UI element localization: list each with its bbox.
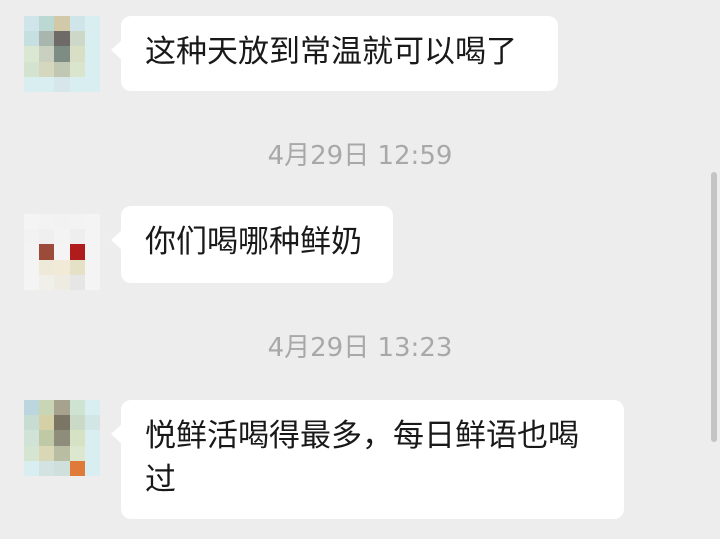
avatar-pixel	[39, 244, 55, 260]
avatar-pixel	[69, 259, 85, 275]
avatar-pixel	[24, 430, 40, 446]
avatar-pixel	[54, 229, 70, 245]
avatar-pixel	[24, 214, 40, 230]
message-text: 你们喝哪种鲜奶	[145, 224, 362, 260]
avatar-pixel	[54, 214, 70, 230]
avatar-pixel	[39, 430, 55, 446]
avatar-pixel	[24, 31, 40, 47]
avatar-pixel	[84, 214, 100, 230]
avatar-pixel	[84, 445, 100, 461]
avatar-pixel	[54, 460, 70, 476]
message-text: 这种天放到常温就可以喝了	[145, 34, 517, 70]
scrollbar[interactable]	[710, 172, 720, 442]
avatar-pixel	[24, 400, 40, 416]
avatar-pixel	[69, 244, 85, 260]
avatar-pixel	[54, 415, 70, 431]
avatar-pixel	[84, 76, 100, 92]
avatar-pixel	[24, 229, 40, 245]
avatar-pixel	[69, 400, 85, 416]
avatar-pixel	[84, 61, 100, 77]
avatar-pixel	[69, 61, 85, 77]
message-bubble[interactable]: 悦鲜活喝得最多，每日鲜语也喝过	[111, 400, 624, 519]
scrollbar-thumb[interactable]	[711, 172, 717, 442]
avatar-pixel	[54, 274, 70, 290]
avatar-pixel	[54, 16, 70, 32]
avatar-pixel	[84, 259, 100, 275]
avatar-pixel	[39, 229, 55, 245]
avatar-pixel	[69, 76, 85, 92]
avatar-pixel	[39, 61, 55, 77]
avatar-pixel	[69, 214, 85, 230]
avatar-pixel	[84, 430, 100, 446]
avatar-pixel	[84, 415, 100, 431]
avatar-pixel	[69, 16, 85, 32]
avatar-pixel	[54, 31, 70, 47]
contact-avatar[interactable]	[24, 400, 100, 476]
avatar-pixel	[84, 274, 100, 290]
avatar-pixel	[84, 46, 100, 62]
timestamp: 4月29日 13:23	[267, 333, 453, 363]
avatar-pixel	[24, 274, 40, 290]
avatar-pixel	[69, 274, 85, 290]
avatar-pixel	[69, 430, 85, 446]
avatar-pixel	[24, 46, 40, 62]
avatar-pixel	[69, 460, 85, 476]
message-text: 悦鲜活喝得最多，每日鲜语也喝过	[145, 418, 579, 498]
avatar-pixel	[39, 259, 55, 275]
avatar-pixel	[39, 76, 55, 92]
avatar-pixel	[24, 16, 40, 32]
timestamp: 4月29日 12:59	[267, 141, 453, 171]
avatar-pixel	[84, 400, 100, 416]
avatar-pixel	[39, 400, 55, 416]
avatar-pixel	[39, 415, 55, 431]
avatar-pixel	[39, 274, 55, 290]
avatar-pixel	[69, 415, 85, 431]
avatar-pixel	[24, 244, 40, 260]
avatar-pixel	[69, 46, 85, 62]
avatar-pixel	[54, 46, 70, 62]
avatar-pixel	[24, 61, 40, 77]
avatar-pixel	[39, 16, 55, 32]
avatar-pixel	[24, 259, 40, 275]
avatar-pixel	[24, 460, 40, 476]
avatar-pixel	[69, 229, 85, 245]
avatar-pixel	[54, 76, 70, 92]
avatar-pixel	[54, 259, 70, 275]
avatar-pixel	[39, 46, 55, 62]
avatar-pixel	[84, 16, 100, 32]
contact-avatar[interactable]	[24, 214, 100, 290]
avatar-pixel	[54, 61, 70, 77]
avatar-pixel	[54, 445, 70, 461]
avatar-pixel	[84, 229, 100, 245]
avatar-pixel	[84, 244, 100, 260]
avatar-pixel	[54, 430, 70, 446]
message-bubble[interactable]: 你们喝哪种鲜奶	[111, 206, 393, 283]
avatar-pixel	[24, 445, 40, 461]
avatar-pixel	[69, 31, 85, 47]
contact-avatar[interactable]	[24, 16, 100, 92]
avatar-pixel	[39, 460, 55, 476]
avatar-pixel	[84, 460, 100, 476]
avatar-pixel	[24, 415, 40, 431]
avatar-pixel	[39, 445, 55, 461]
avatar-pixel	[69, 445, 85, 461]
message-bubble[interactable]: 这种天放到常温就可以喝了	[111, 16, 558, 91]
avatar-pixel	[39, 214, 55, 230]
avatar-pixel	[54, 400, 70, 416]
avatar-pixel	[39, 31, 55, 47]
avatar-pixel	[24, 76, 40, 92]
avatar-pixel	[84, 31, 100, 47]
avatar-pixel	[54, 244, 70, 260]
